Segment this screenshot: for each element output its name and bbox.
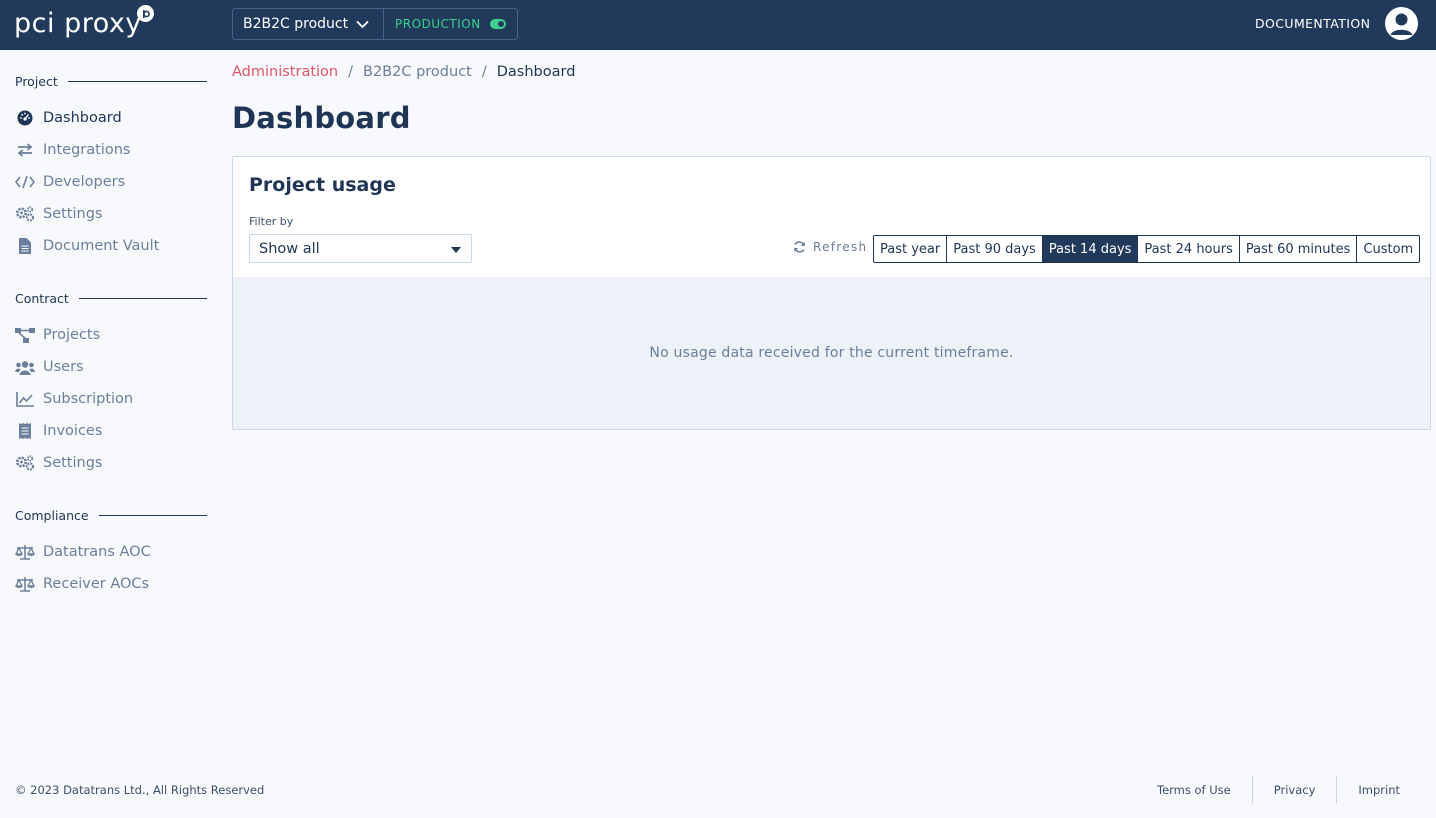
section-title: Contract: [15, 291, 69, 306]
sidebar-item-datatrans-aoc[interactable]: Datatrans AOC: [15, 541, 210, 563]
gears-icon: [15, 454, 35, 472]
section-divider: [78, 298, 207, 299]
empty-state-message: No usage data received for the current t…: [649, 345, 1014, 361]
sidebar-item-label: Projects: [43, 327, 101, 343]
breadcrumb-current: Dashboard: [496, 64, 576, 80]
filter-select[interactable]: Show all: [249, 234, 472, 263]
card-title: Project usage: [249, 174, 396, 196]
refresh-icon: [794, 241, 805, 253]
sidebar-item-label: Developers: [43, 174, 126, 190]
section-divider: [98, 515, 207, 516]
toggle-on-icon: [489, 19, 506, 29]
sidebar-item-integrations[interactable]: Integrations: [15, 139, 210, 161]
breadcrumb-project[interactable]: B2B2C product: [363, 64, 472, 80]
sidebar-item-label: Document Vault: [43, 238, 160, 254]
sidebar-section-compliance: Compliance: [15, 508, 207, 523]
environment-toggle[interactable]: PRODUCTION: [384, 9, 517, 39]
sidebar-item-document-vault[interactable]: Document Vault: [15, 235, 210, 257]
sidebar-item-users[interactable]: Users: [15, 356, 210, 378]
document-icon: [15, 237, 35, 255]
sidebar-item-invoices[interactable]: Invoices: [15, 420, 210, 442]
range-past-14-days[interactable]: Past 14 days: [1042, 236, 1139, 262]
sidebar-item-label: Settings: [43, 206, 103, 222]
receipt-icon: [15, 422, 35, 440]
section-divider: [67, 81, 207, 82]
breadcrumb-separator: /: [481, 64, 487, 80]
caret-down-icon: [451, 247, 461, 253]
project-diagram-icon: [15, 326, 35, 344]
sidebar-item-projects[interactable]: Projects: [15, 324, 210, 346]
filter-label: Filter by: [249, 215, 294, 228]
range-past-90-days[interactable]: Past 90 days: [947, 236, 1043, 262]
range-custom[interactable]: Custom: [1357, 236, 1419, 262]
balance-scale-icon: [15, 575, 35, 593]
project-select-label: B2B2C product: [243, 16, 349, 32]
range-past-24-hours[interactable]: Past 24 hours: [1138, 236, 1240, 262]
sidebar-item-label: Dashboard: [43, 110, 122, 126]
breadcrumb-administration[interactable]: Administration: [232, 64, 338, 80]
sidebar-item-label: Integrations: [43, 142, 131, 158]
sidebar-section-project: Project: [15, 74, 207, 89]
copyright-text: © 2023 Datatrans Ltd., All Rights Reserv…: [15, 783, 265, 797]
section-title: Project: [15, 74, 58, 89]
refresh-label: Refresh: [813, 240, 868, 254]
page-title: Dashboard: [232, 101, 411, 135]
logo-badge-icon: [137, 5, 154, 22]
pci-proxy-logo[interactable]: pci proxy: [14, 8, 142, 39]
sidebar-item-label: Settings: [43, 455, 103, 471]
code-icon: [15, 173, 35, 191]
refresh-button[interactable]: Refresh: [793, 240, 867, 254]
gears-icon: [15, 205, 35, 223]
timeframe-range-group: Past year Past 90 days Past 14 days Past…: [873, 235, 1421, 263]
sidebar-item-settings[interactable]: Settings: [15, 203, 210, 225]
breadcrumb-separator: /: [348, 64, 353, 80]
sidebar-item-label: Subscription: [43, 391, 134, 407]
users-icon: [15, 358, 35, 376]
line-chart-icon: [15, 390, 35, 408]
top-bar: pci proxy B2B2C product PRODUCTION DOCUM…: [0, 0, 1436, 50]
terms-of-use-link[interactable]: Terms of Use: [1136, 776, 1253, 803]
sidebar-item-developers[interactable]: Developers: [15, 171, 210, 193]
sidebar-item-label: Users: [43, 359, 84, 375]
documentation-link[interactable]: DOCUMENTATION: [1255, 16, 1370, 31]
footer-links: Terms of Use Privacy Imprint: [1136, 776, 1421, 803]
usage-chart-empty-state: No usage data received for the current t…: [233, 277, 1430, 429]
sidebar-item-dashboard[interactable]: Dashboard: [15, 107, 210, 129]
sidebar-section-contract: Contract: [15, 291, 207, 306]
sidebar-item-label: Datatrans AOC: [43, 544, 151, 560]
project-select[interactable]: B2B2C product: [233, 9, 384, 39]
breadcrumb: Administration / B2B2C product / Dashboa…: [232, 64, 575, 80]
sidebar-item-subscription[interactable]: Subscription: [15, 388, 210, 410]
range-past-60-minutes[interactable]: Past 60 minutes: [1240, 236, 1358, 262]
section-title: Compliance: [15, 508, 89, 523]
privacy-link[interactable]: Privacy: [1253, 776, 1338, 803]
user-avatar-icon[interactable]: [1385, 7, 1418, 40]
sidebar-item-label: Invoices: [43, 423, 103, 439]
sidebar-item-label: Receiver AOCs: [43, 576, 150, 592]
balance-scale-icon: [15, 543, 35, 561]
project-usage-card: Project usage Filter by Show all Refresh…: [232, 156, 1431, 430]
sidebar-item-contract-settings[interactable]: Settings: [15, 452, 210, 474]
dashboard-gauge-icon: [15, 109, 35, 127]
imprint-link[interactable]: Imprint: [1337, 776, 1421, 803]
filter-select-value: Show all: [259, 240, 320, 257]
project-switcher: B2B2C product PRODUCTION: [232, 8, 518, 40]
sidebar-item-receiver-aocs[interactable]: Receiver AOCs: [15, 573, 210, 595]
chevron-down-icon: [356, 20, 369, 28]
exchange-arrows-icon: [15, 141, 35, 159]
environment-label: PRODUCTION: [395, 17, 481, 31]
range-past-year[interactable]: Past year: [874, 236, 948, 262]
